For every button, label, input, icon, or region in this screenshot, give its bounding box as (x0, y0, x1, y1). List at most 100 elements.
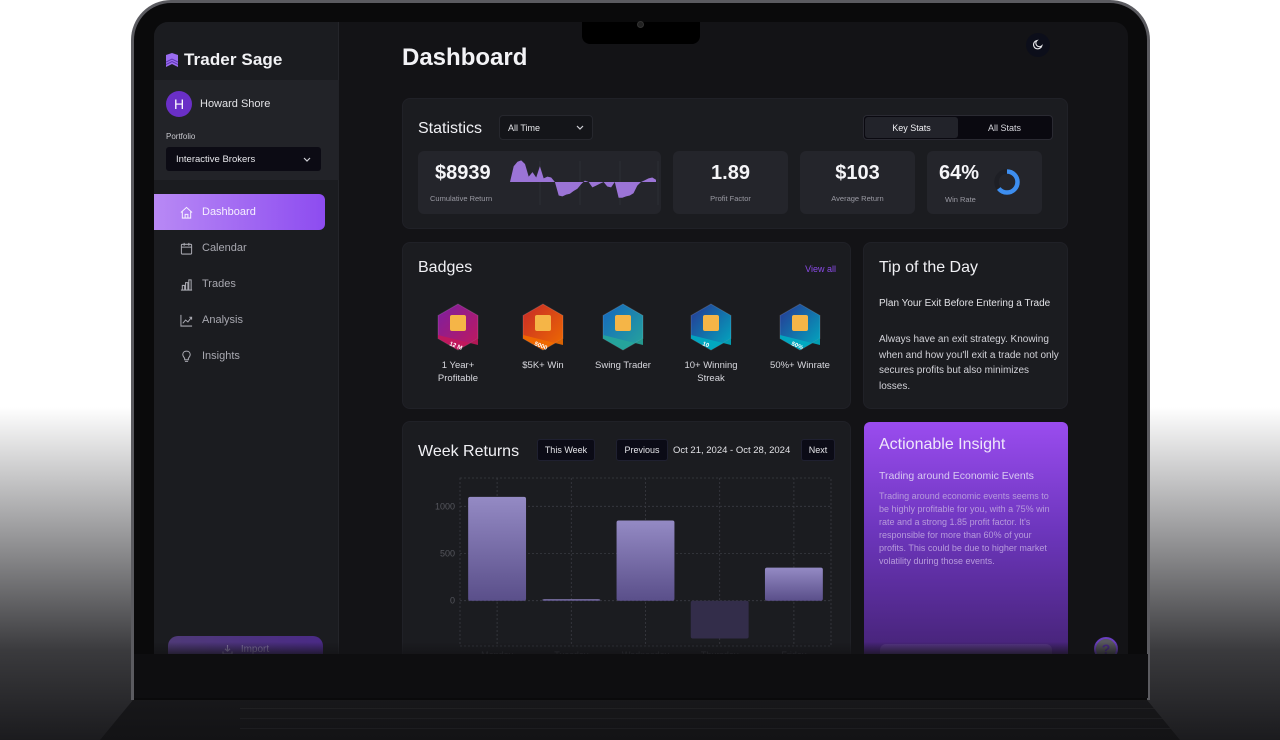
cumulative-return-label: Cumulative Return (430, 194, 493, 203)
badge-item[interactable]: 50% 50%+ Winrate (755, 303, 845, 372)
money-bag-badge-icon: 5000 (522, 303, 564, 351)
badge-emblem (535, 315, 551, 331)
x-tick-label: Wednesday (622, 650, 670, 654)
calendar-badge-icon (602, 303, 644, 351)
view-all-badges-link[interactable]: View all (805, 264, 836, 274)
x-tick-label: Friday (781, 650, 807, 654)
user-name: Howard Shore (200, 98, 271, 110)
brand[interactable]: Trader Sage (166, 50, 282, 70)
badge-emblem (703, 315, 719, 331)
sidebar: Trader Sage H Howard Shore Portfolio Int… (154, 22, 339, 654)
insight-subtitle: Trading around Economic Events (879, 470, 1034, 482)
badge-emblem (792, 315, 808, 331)
sidebar-item-analysis[interactable]: Analysis (154, 302, 325, 338)
next-week-button[interactable]: Next (801, 439, 835, 461)
cumulative-return-value: $8939 (435, 162, 491, 184)
insight-action-button[interactable] (880, 644, 1052, 654)
insight-body: Trading around economic events seems to … (879, 491, 1050, 566)
import-button[interactable]: Import (168, 636, 323, 654)
badge-label: $5K+ Win (522, 360, 564, 371)
chart-bar-monday (468, 496, 527, 601)
win-rate-value: 64% (939, 162, 980, 184)
x-tick-label: Tuesday (554, 650, 589, 654)
time-range-select[interactable]: All Time (499, 115, 593, 140)
chevron-down-icon (303, 157, 311, 162)
sidebar-nav: Dashboard Calendar Trades Analysis Insig… (154, 194, 339, 374)
user-block: H Howard Shore Portfolio Interactive Bro… (154, 80, 339, 180)
badge-item[interactable]: Swing Trader (578, 303, 668, 372)
sparkline-area (510, 160, 656, 198)
bar-chart-icon (180, 278, 193, 291)
growth-chart-badge-icon: 12 M (437, 303, 479, 351)
home-icon (180, 206, 193, 219)
tab-key-stats[interactable]: Key Stats (865, 117, 958, 138)
portfolio-select[interactable]: Interactive Brokers (166, 147, 321, 171)
trend-chart-icon (180, 314, 193, 327)
this-week-button[interactable]: This Week (537, 439, 595, 461)
page-title: Dashboard (402, 44, 528, 71)
x-tick-label: Thursday (701, 650, 739, 654)
sidebar-item-trades[interactable]: Trades (154, 266, 325, 302)
insight-title: Actionable Insight (879, 436, 1006, 453)
average-return-value: $103 (835, 162, 880, 184)
camera-notch (582, 21, 700, 44)
stats-tabs: Key Stats All Stats (863, 115, 1053, 140)
chevron-down-icon (576, 125, 584, 130)
average-return-stat: $103 Average Return (800, 151, 915, 214)
profit-factor-label: Profit Factor (710, 194, 751, 203)
badges-title: Badges (418, 259, 473, 276)
sidebar-item-calendar[interactable]: Calendar (154, 230, 325, 266)
badge-item[interactable]: 10 10+ Winning Streak (666, 303, 756, 385)
average-return-label: Average Return (831, 194, 884, 203)
calendar-icon (180, 242, 193, 255)
win-rate-donut (994, 169, 1020, 195)
chart-bar-friday (764, 567, 823, 601)
app-name: Trader Sage (184, 50, 283, 69)
badge-emblem (615, 315, 631, 331)
tip-title: Tip of the Day (879, 259, 979, 276)
y-tick-label: 0 (450, 596, 455, 606)
app-screen: Trader Sage H Howard Shore Portfolio Int… (154, 22, 1128, 654)
cumulative-return-stat: $8939 Cumulative Return (418, 151, 661, 214)
portfolio-label: Portfolio (166, 132, 196, 141)
chart-bar-thursday (690, 600, 749, 639)
statistics-card: Statistics All Time Key Stats All Stats … (402, 98, 1068, 229)
avatar[interactable]: H (166, 91, 192, 117)
previous-week-button[interactable]: Previous (616, 439, 668, 461)
tab-all-stats[interactable]: All Stats (958, 117, 1051, 138)
import-label: Import (240, 644, 270, 654)
portfolio-value: Interactive Brokers (176, 153, 256, 165)
lightbulb-icon (182, 350, 191, 362)
moon-icon (1033, 39, 1043, 50)
sidebar-item-label: Insights (202, 350, 240, 362)
week-returns-chart: 0 500 1000 Monday Tuesday Wednesday Thursday Fr… (435, 477, 832, 654)
sidebar-item-label: Dashboard (202, 206, 256, 218)
laptop-bezel (134, 654, 1148, 698)
badge-item[interactable]: 5000 $5K+ Win (498, 303, 588, 372)
download-icon (222, 645, 233, 654)
badge-label: 10+ Winning Streak (684, 360, 738, 384)
badge-item[interactable]: 12 M 1 Year+ Profitable (413, 303, 503, 385)
actionable-insight-card: Actionable Insight Trading around Econom… (864, 422, 1068, 654)
sidebar-item-insights[interactable]: Insights (154, 338, 325, 374)
badge-emblem (450, 315, 466, 331)
sidebar-item-dashboard[interactable]: Dashboard (154, 194, 325, 230)
theme-toggle-button[interactable] (1026, 33, 1050, 57)
help-button[interactable]: ? (1094, 637, 1118, 654)
main-content: Dashboard Statistics All Time Key Stats … (340, 22, 1128, 654)
cumulative-return-sparkline (510, 160, 659, 205)
badges-card: Badges View all 12 M 1 Year+ Profitable 50… (402, 242, 851, 409)
sidebar-item-label: Analysis (202, 314, 243, 326)
badge-label: 50%+ Winrate (770, 360, 830, 371)
profit-factor-value: 1.89 (711, 162, 750, 184)
sidebar-item-label: Trades (202, 278, 236, 290)
win-rate-stat: 64% Win Rate (927, 151, 1042, 214)
y-tick-label: 500 (440, 549, 455, 559)
chart-bar-wednesday (616, 520, 675, 601)
badge-label: 1 Year+ Profitable (437, 360, 479, 384)
tally-candles-badge-icon: 10 (690, 303, 732, 351)
time-range-value: All Time (508, 122, 541, 133)
sidebar-item-label: Calendar (202, 242, 247, 254)
award-ribbon-badge-icon: 50% (779, 303, 821, 351)
badge-label: Swing Trader (595, 360, 651, 371)
